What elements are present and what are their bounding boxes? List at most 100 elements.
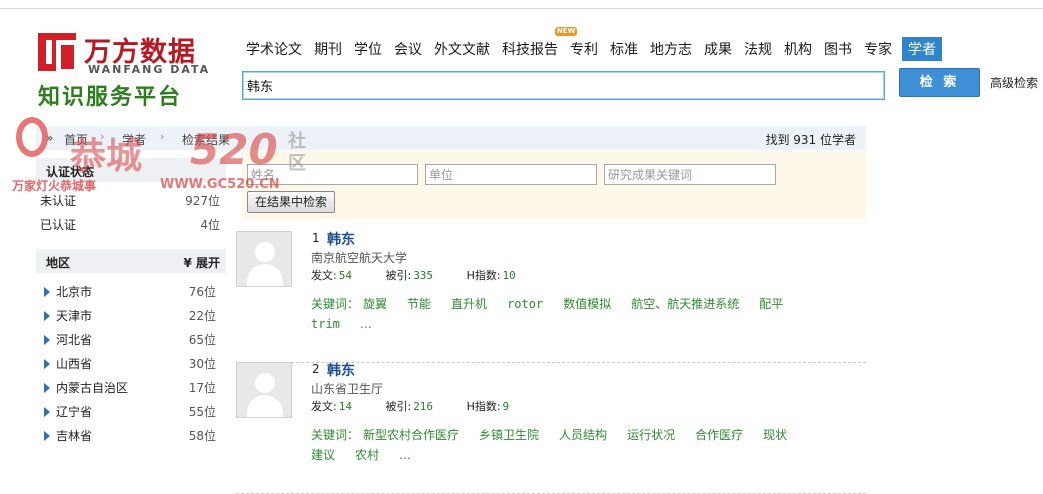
region-header: 地区 ¥ 展开 (36, 249, 226, 273)
keyword-link[interactable]: 数值模拟 (563, 297, 611, 311)
double-chevron-down-icon: ¥ (183, 256, 192, 270)
h-index-value: 10 (502, 269, 516, 282)
avatar-placeholder-icon[interactable] (236, 362, 292, 418)
triangle-right-icon (44, 311, 50, 321)
wanfang-logo-mark-icon (38, 33, 79, 74)
nav-item-institutions[interactable]: 机构 (784, 39, 812, 59)
region-item-jilin[interactable]: 吉林省 58位 (44, 427, 216, 444)
result-number: 2 (312, 362, 320, 376)
wanfang-logo[interactable]: 万方数据 WANFANG DATA 知识服务平台 (36, 33, 221, 110)
nav-item-regulations[interactable]: 法规 (744, 39, 772, 59)
nav-item-local-chronicles[interactable]: 地方志 (650, 39, 692, 59)
new-badge: NEW (555, 27, 578, 36)
nav-item-achievements[interactable]: 成果 (704, 39, 732, 59)
keyword-link[interactable]: 航空、航天推进系统 (631, 297, 739, 311)
keyword-link[interactable]: trim (311, 317, 340, 331)
result-number: 1 (312, 231, 320, 245)
h-index-value: 9 (502, 400, 510, 413)
keyword-link[interactable]: 配平 (759, 297, 783, 311)
nav-item-tech-reports[interactable]: 科技报告 (502, 39, 558, 59)
scholar-org: 山东省卫生厅 (311, 382, 384, 396)
result-item: 1 韩东 南京航空航天大学 发文: 54 被引: 335 H指数: 10 关键词： 旋翼… (236, 231, 866, 363)
pubs-label: 发文: (311, 269, 337, 282)
nav-item-patents-label: 专利 (570, 42, 598, 58)
region-label: 北京市 (56, 285, 93, 299)
keyword-link[interactable]: 现状 (763, 428, 787, 442)
h-index-label: H指数: (466, 269, 501, 282)
keyword-link[interactable]: 人员结构 (559, 428, 607, 442)
region-count: 55位 (188, 405, 216, 419)
region-label: 辽宁省 (56, 405, 93, 419)
scholar-org: 南京航空航天大学 (311, 251, 408, 265)
keyword-label: 关键词： (311, 428, 360, 442)
keyword-list: 关键词： 新型农村合作医疗 乡镇卫生院 人员结构 运行状况 合作医疗 现状建议 农村 … (311, 425, 851, 465)
cites-label: 被引: (385, 269, 412, 282)
result-count: 找到 931 位学者 (765, 133, 856, 147)
region-item-hebei[interactable]: 河北省 65位 (44, 331, 216, 348)
watermark-slogan: 万家灯火恭城事 (12, 179, 97, 193)
region-label: 天津市 (56, 309, 93, 323)
search-button[interactable]: 检 索 (899, 68, 980, 97)
search-input[interactable] (242, 71, 885, 100)
triangle-right-icon (44, 287, 50, 297)
region-item-liaoning[interactable]: 辽宁省 55位 (44, 403, 216, 420)
keyword-link[interactable]: 农村 (355, 448, 379, 462)
nav-item-scholars[interactable]: 学者 (902, 37, 942, 61)
nav-item-degrees[interactable]: 学位 (354, 39, 382, 59)
region-item-tianjin[interactable]: 天津市 22位 (44, 307, 216, 324)
keyword-link[interactable]: 乡镇卫生院 (479, 428, 539, 442)
keyword-link[interactable]: 旋翼 (363, 297, 387, 311)
watermark-qu: 区 (288, 153, 306, 174)
scholar-stats: 发文: 54 被引: 335 H指数: 10 (311, 267, 516, 283)
region-count: 65位 (188, 333, 216, 347)
nav-item-theses[interactable]: 学术论文 (246, 39, 302, 59)
cert-item-certified[interactable]: 已认证 4位 (40, 216, 220, 233)
result-item: 2 韩东 山东省卫生厅 发文: 14 被引: 216 H指数: 9 关键词： 新型农村合… (236, 362, 866, 494)
region-item-beijing[interactable]: 北京市 76位 (44, 283, 216, 300)
nav-item-patents[interactable]: NEW 专利 (555, 27, 598, 59)
region-count: 30位 (188, 357, 216, 371)
keyword-link[interactable]: 合作医疗 (695, 428, 743, 442)
expand-label: 展开 (195, 256, 220, 270)
more-keywords[interactable]: … (399, 448, 411, 462)
watermark-text: 恭城 (70, 135, 143, 177)
org-field[interactable] (425, 164, 597, 185)
cites-label: 被引: (385, 400, 412, 413)
watermark-url: WWW.GC520.CN (160, 177, 280, 192)
keyword-link[interactable]: 新型农村合作医疗 (363, 428, 459, 442)
avatar-placeholder-icon[interactable] (236, 231, 292, 287)
nav-item-foreign-literature[interactable]: 外文文献 (434, 39, 490, 59)
triangle-right-icon (44, 383, 50, 393)
region-label: 内蒙古自治区 (56, 381, 129, 395)
region-count: 22位 (188, 309, 216, 323)
nav-item-experts[interactable]: 专家 (864, 39, 892, 59)
region-count: 17位 (188, 381, 216, 395)
region-count: 76位 (188, 285, 216, 299)
region-label: 河北省 (56, 333, 93, 347)
scholar-name-link[interactable]: 韩东 (327, 360, 355, 380)
more-keywords[interactable]: … (360, 317, 372, 331)
nav-item-conferences[interactable]: 会议 (394, 39, 422, 59)
main-nav: 学术论文 期刊 学位 会议 外文文献 科技报告 NEW 专利 标准 地方志 成果 … (246, 27, 954, 61)
region-item-inner-mongolia[interactable]: 内蒙古自治区 17位 (44, 379, 216, 396)
keyword-link[interactable]: 运行状况 (627, 428, 675, 442)
top-strip (0, 0, 1043, 9)
region-item-shanxi[interactable]: 山西省 30位 (44, 355, 216, 372)
keyword-link[interactable]: 直升机 (451, 297, 487, 311)
scholar-name-link[interactable]: 韩东 (327, 229, 355, 249)
pubs-label: 发文: (311, 400, 337, 413)
region-label: 吉林省 (56, 429, 93, 443)
cert-item-label: 已认证 (40, 218, 77, 232)
nav-item-journals[interactable]: 期刊 (314, 39, 342, 59)
nav-item-books[interactable]: 图书 (824, 39, 852, 59)
nav-item-standards[interactable]: 标准 (610, 39, 638, 59)
advanced-search-link[interactable]: 高级检索 (990, 74, 1038, 91)
logo-tagline: 知识服务平台 (38, 85, 183, 110)
refine-panel: 在结果中检索 (242, 151, 866, 219)
keyword-link[interactable]: 建议 (311, 448, 335, 462)
keyword-link[interactable]: 节能 (407, 297, 431, 311)
triangle-right-icon (44, 431, 50, 441)
keyword-field[interactable] (604, 164, 776, 185)
keyword-link[interactable]: rotor (507, 297, 543, 311)
expand-toggle[interactable]: ¥ 展开 (183, 254, 220, 271)
